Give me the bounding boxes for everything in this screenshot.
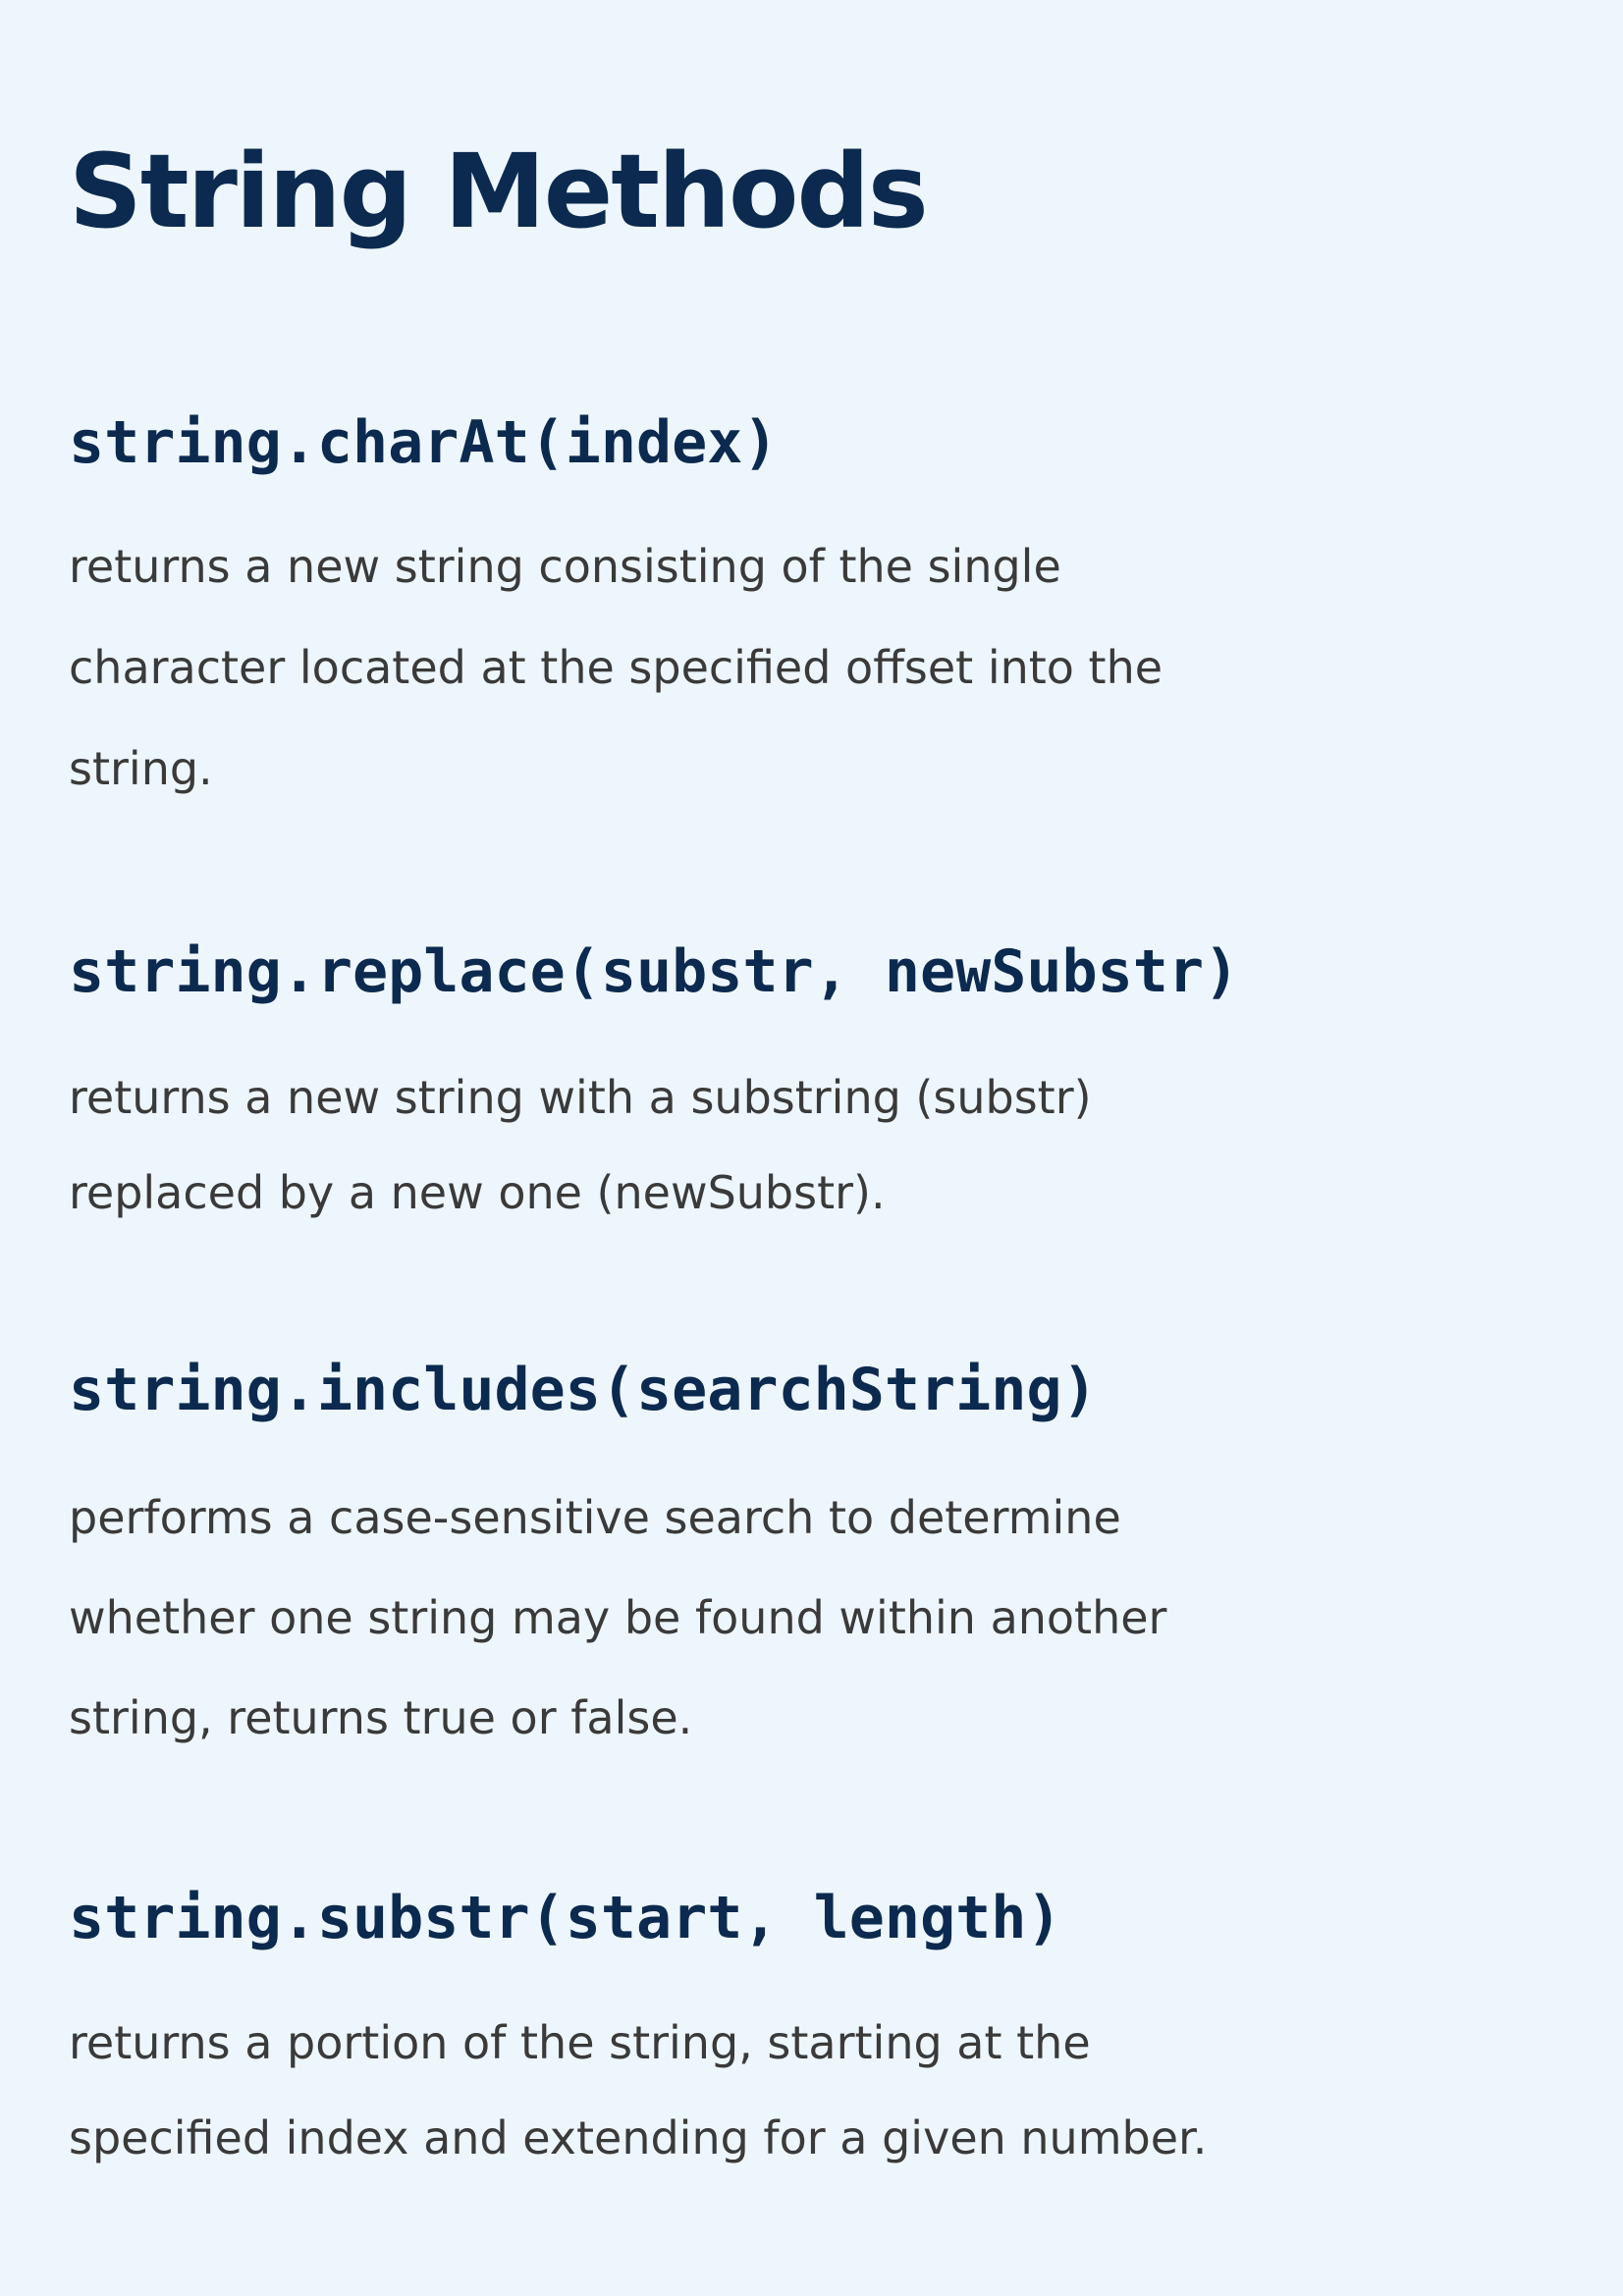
method-description: returns a new string consisting of the s… bbox=[69, 540, 1163, 795]
method-description: returns a new string with a substring (s… bbox=[69, 1071, 1092, 1219]
method-section-charat: string.charAt(index) returns a new strin… bbox=[69, 403, 1554, 820]
method-signature: string.includes(searchString) bbox=[69, 1356, 1098, 1424]
method-signature: string.charAt(index) bbox=[69, 408, 779, 477]
method-signature: string.replace(substr, newSubstr) bbox=[69, 937, 1240, 1006]
method-signature: string.substr(start, length) bbox=[69, 1884, 1062, 1952]
method-description: returns a portion of the string, startin… bbox=[69, 2016, 1208, 2164]
method-section-substr: string.substr(start, length) returns a p… bbox=[69, 1879, 1554, 2186]
method-description: performs a case-sensitive search to dete… bbox=[69, 1491, 1167, 1744]
method-section-replace: string.replace(substr, newSubstr) return… bbox=[69, 933, 1554, 1241]
document-page: String Methods string.charAt(index) retu… bbox=[69, 0, 1554, 2296]
page-title: String Methods bbox=[69, 132, 929, 251]
method-section-includes: string.includes(searchString) performs a… bbox=[69, 1351, 1554, 1768]
